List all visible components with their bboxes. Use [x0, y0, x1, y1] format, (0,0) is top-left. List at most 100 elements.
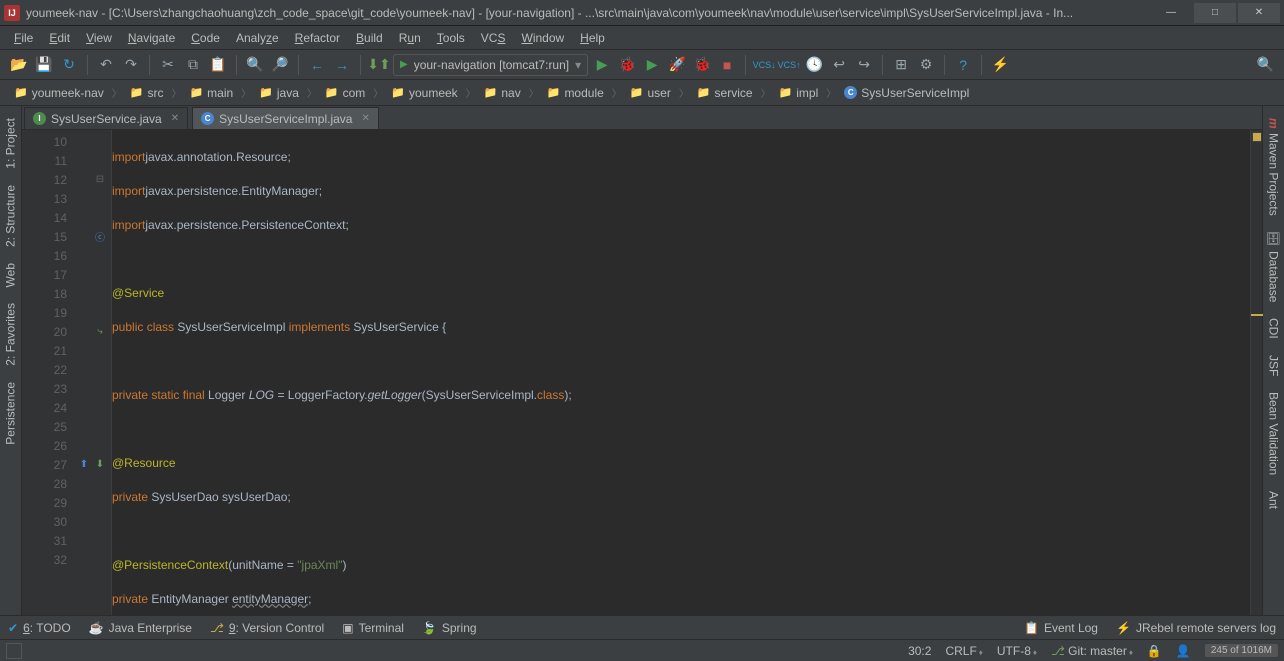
vcs-commit-icon[interactable]: VCS↑: [778, 54, 800, 76]
run-configuration-select[interactable]: ▶ your-navigation [tomcat7:run] ▾: [393, 54, 588, 76]
menu-refactor[interactable]: Refactor: [287, 29, 348, 47]
tool-jsf[interactable]: JSF: [1263, 347, 1284, 384]
jrebel-run-icon[interactable]: 🚀: [666, 54, 688, 76]
replace-icon[interactable]: 🔎: [269, 54, 291, 76]
line-separator[interactable]: CRLF♦: [945, 644, 982, 658]
menu-code[interactable]: Code: [183, 29, 228, 47]
menu-window[interactable]: Window: [513, 29, 572, 47]
menu-help[interactable]: Help: [572, 29, 613, 47]
menu-analyze[interactable]: Analyze: [228, 29, 287, 47]
maximize-button[interactable]: □: [1194, 3, 1236, 23]
paste-icon[interactable]: 📋: [207, 54, 229, 76]
read-only-icon[interactable]: 🔒: [1147, 644, 1162, 658]
code-content[interactable]: import javax.annotation.Resource; import…: [112, 130, 1250, 615]
breadcrumb-java[interactable]: 📁java: [253, 86, 305, 100]
override-icon[interactable]: ⬆: [77, 458, 91, 472]
tool-structure[interactable]: 2: Structure: [0, 177, 21, 255]
tool-todo[interactable]: ✔6: TODO: [8, 621, 71, 635]
vcs-update-icon[interactable]: VCS↓: [753, 54, 775, 76]
debug-icon[interactable]: 🐞: [616, 54, 638, 76]
caret-position[interactable]: 30:2: [908, 644, 931, 658]
redo-icon[interactable]: ↷: [120, 54, 142, 76]
breadcrumb-module[interactable]: 📁module: [541, 86, 610, 100]
tool-terminal[interactable]: ▣Terminal: [342, 621, 404, 635]
minimize-button[interactable]: —: [1150, 3, 1192, 23]
stop-icon[interactable]: ■: [716, 54, 738, 76]
tool-event-log[interactable]: 📋Event Log: [1024, 621, 1098, 635]
tool-spring[interactable]: 🍃Spring: [422, 621, 477, 635]
breadcrumb-nav[interactable]: 📁nav: [478, 86, 527, 100]
tool-maven[interactable]: mMaven Projects: [1263, 110, 1284, 223]
build-icon[interactable]: ⬇⬆: [368, 54, 390, 76]
close-tab-icon[interactable]: ✕: [171, 113, 179, 124]
editor-tab-interface[interactable]: I SysUserService.java ✕: [24, 107, 188, 129]
breadcrumb-src[interactable]: 📁src: [124, 86, 170, 100]
tool-java-enterprise[interactable]: ☕Java Enterprise: [89, 621, 192, 635]
tool-jrebel-log[interactable]: ⚡JRebel remote servers log: [1116, 621, 1276, 635]
tool-favorites[interactable]: 2: Favorites: [0, 295, 21, 374]
find-icon[interactable]: 🔍: [244, 54, 266, 76]
search-everywhere-icon[interactable]: 🔍: [1257, 56, 1274, 73]
impl-icon[interactable]: ⬇: [93, 458, 107, 472]
gutter: 10 11 12⊟ 13 14 15ⓒ 16 17 18 19 20⤷ 21 2…: [22, 130, 112, 615]
code-editor[interactable]: 10 11 12⊟ 13 14 15ⓒ 16 17 18 19 20⤷ 21 2…: [22, 130, 1262, 615]
tool-windows-icon[interactable]: [6, 643, 22, 659]
jrebel-icon[interactable]: ⚡: [989, 54, 1011, 76]
settings-icon[interactable]: ⚙: [915, 54, 937, 76]
chevron-down-icon: ▾: [575, 58, 581, 72]
forward-icon[interactable]: →: [331, 54, 353, 76]
undo-icon[interactable]: ↶: [95, 54, 117, 76]
vcs-history-icon[interactable]: 🕓: [803, 54, 825, 76]
file-encoding[interactable]: UTF-8♦: [997, 644, 1037, 658]
breadcrumb-user[interactable]: 📁user: [624, 86, 677, 100]
structure-icon[interactable]: ⊞: [890, 54, 912, 76]
menu-file[interactable]: File: [6, 29, 41, 47]
hector-icon[interactable]: 👤: [1176, 644, 1191, 658]
tool-ant[interactable]: Ant: [1263, 483, 1284, 517]
error-stripe[interactable]: [1250, 130, 1262, 615]
menu-build[interactable]: Build: [348, 29, 391, 47]
vcs-push-icon[interactable]: ↪: [853, 54, 875, 76]
run-icon[interactable]: ▶: [591, 54, 613, 76]
bean-icon[interactable]: ⓒ: [93, 230, 107, 244]
breadcrumb-service[interactable]: 📁service: [691, 86, 759, 100]
coverage-icon[interactable]: ▶: [641, 54, 663, 76]
breadcrumb-project[interactable]: 📁youmeek-nav: [8, 86, 110, 100]
tool-web[interactable]: Web: [0, 255, 21, 295]
editor-tab-class[interactable]: C SysUserServiceImpl.java ✕: [192, 107, 379, 129]
help-icon[interactable]: ?: [952, 54, 974, 76]
git-branch[interactable]: ⎇ Git: master♦: [1051, 644, 1133, 658]
save-all-icon[interactable]: 💾: [33, 54, 55, 76]
fold-icon[interactable]: ⊟: [93, 173, 107, 187]
sync-icon[interactable]: ↻: [58, 54, 80, 76]
tool-cdi[interactable]: CDI: [1263, 310, 1284, 347]
breadcrumb-main[interactable]: 📁main: [183, 86, 239, 100]
breadcrumb-class[interactable]: CSysUserServiceImpl: [838, 86, 975, 100]
tool-project[interactable]: 1: Project: [0, 110, 21, 177]
cut-icon[interactable]: ✂: [157, 54, 179, 76]
memory-indicator[interactable]: 245 of 1016M: [1205, 644, 1278, 657]
inspection-status-icon[interactable]: [1252, 132, 1262, 142]
warning-mark[interactable]: [1251, 314, 1263, 316]
vcs-revert-icon[interactable]: ↩: [828, 54, 850, 76]
menu-navigate[interactable]: Navigate: [120, 29, 183, 47]
tool-database[interactable]: 🗄Database: [1263, 223, 1284, 310]
menu-view[interactable]: View: [78, 29, 120, 47]
breadcrumb-impl[interactable]: 📁impl: [773, 86, 825, 100]
menu-tools[interactable]: Tools: [429, 29, 473, 47]
menu-edit[interactable]: Edit: [41, 29, 78, 47]
open-icon[interactable]: 📂: [8, 54, 30, 76]
menu-vcs[interactable]: VCS: [473, 29, 514, 47]
tool-version-control[interactable]: ⎇9: Version Control: [210, 621, 324, 635]
breadcrumb-youmeek[interactable]: 📁youmeek: [385, 86, 463, 100]
tool-persistence[interactable]: Persistence: [0, 374, 21, 453]
jrebel-debug-icon[interactable]: 🐞: [691, 54, 713, 76]
autowired-icon[interactable]: ⤷: [93, 325, 107, 339]
breadcrumb-com[interactable]: 📁com: [319, 86, 371, 100]
close-button[interactable]: ✕: [1238, 3, 1280, 23]
back-icon[interactable]: ←: [306, 54, 328, 76]
tool-bean-validation[interactable]: Bean Validation: [1263, 384, 1284, 483]
menu-run[interactable]: Run: [391, 29, 429, 47]
copy-icon[interactable]: ⧉: [182, 54, 204, 76]
close-tab-icon[interactable]: ✕: [361, 113, 369, 124]
